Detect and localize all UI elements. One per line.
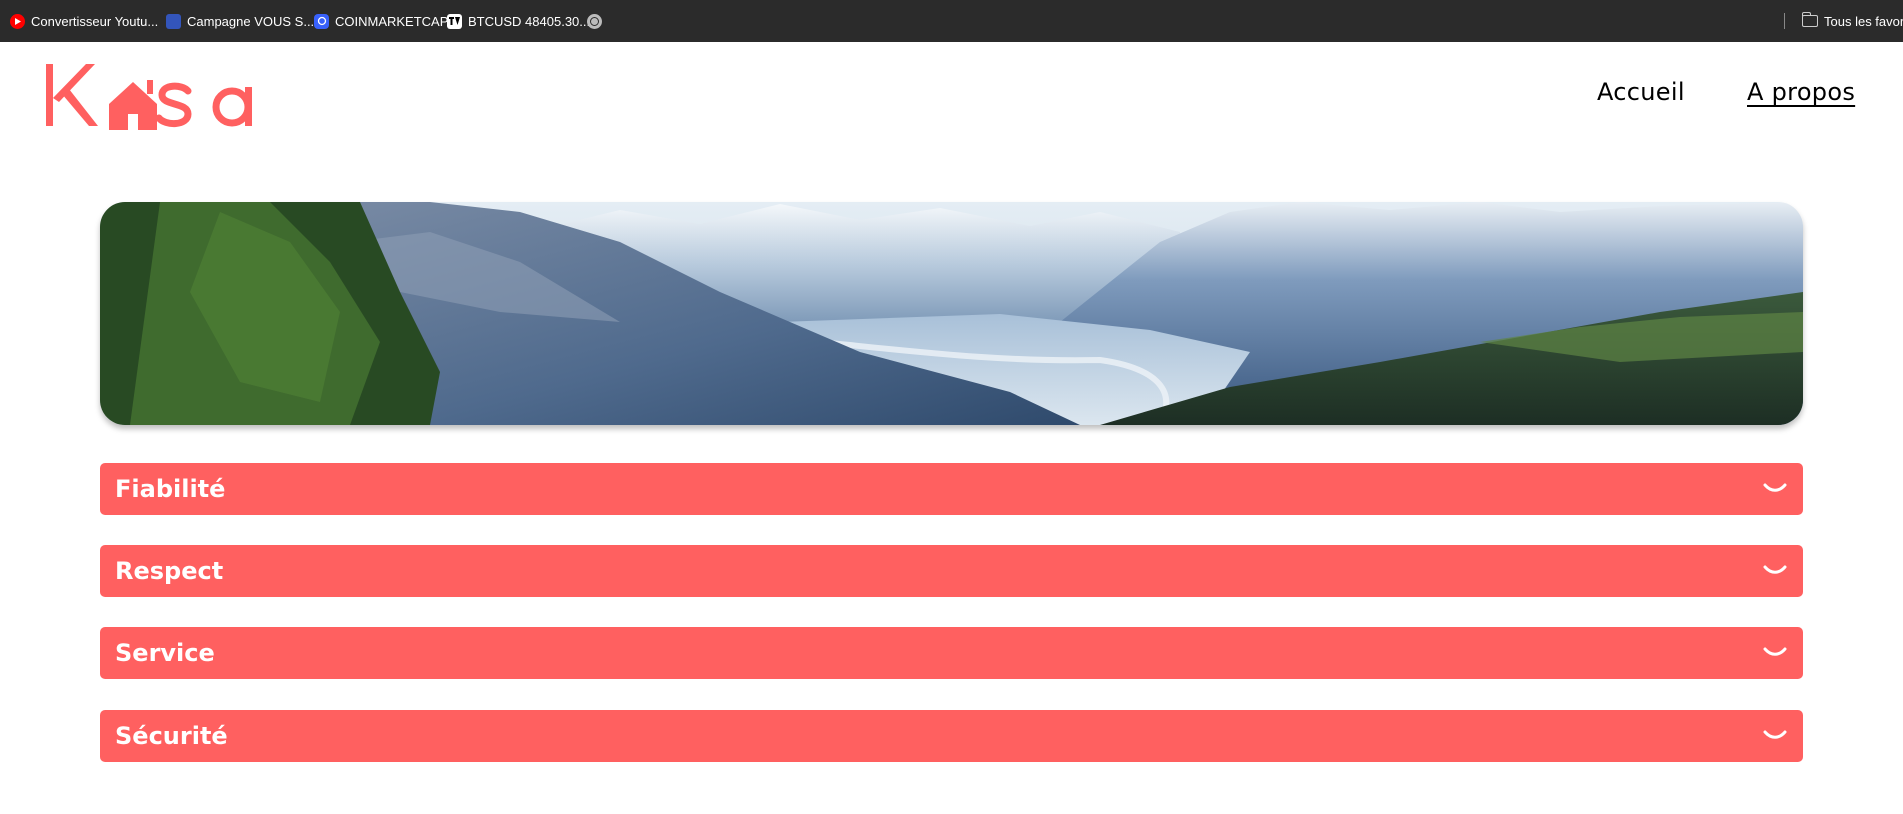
bookmark-label: Convertisseur Youtu... (31, 13, 159, 29)
tradingview-icon (447, 13, 462, 29)
bookmarks-folder-label: Tous les favoris (1824, 13, 1903, 29)
mountain-landscape-image (100, 202, 1803, 425)
chevron-down-icon[interactable] (1763, 564, 1787, 578)
collapse-service[interactable]: Service (100, 627, 1803, 679)
bookmark-globe[interactable] (587, 0, 602, 42)
bookmark-label: Campagne VOUS S... (187, 13, 315, 29)
collapse-fiabilite[interactable]: Fiabilité (100, 463, 1803, 515)
bookmark-label: BTCUSD 48405.30... (468, 13, 591, 29)
coinmarketcap-icon (314, 13, 329, 29)
globe-icon (587, 13, 602, 29)
folder-icon (1801, 12, 1818, 27)
chevron-down-icon[interactable] (1763, 646, 1787, 660)
collapse-title: Fiabilité (115, 475, 226, 503)
chevron-down-icon[interactable] (1763, 729, 1787, 743)
banner-image (100, 202, 1803, 425)
bookmark-youtube-converter[interactable]: Convertisseur Youtu... (10, 0, 158, 42)
collapse-title: Service (115, 639, 215, 667)
youtube-icon (10, 13, 25, 29)
bookmark-campagne[interactable]: Campagne VOUS S... (166, 0, 314, 42)
collapse-securite[interactable]: Sécurité (100, 710, 1803, 762)
collapse-respect[interactable]: Respect (100, 545, 1803, 597)
bookmark-coinmarketcap[interactable]: COINMARKETCAP (314, 0, 448, 42)
chevron-down-icon[interactable] (1763, 482, 1787, 496)
bookmark-btcusd[interactable]: BTCUSD 48405.30... (447, 0, 590, 42)
collapse-title: Sécurité (115, 722, 228, 750)
kasa-logo[interactable] (46, 58, 268, 134)
campaign-icon (166, 13, 181, 29)
bookmarks-bar: Convertisseur Youtu... Campagne VOUS S..… (0, 0, 1903, 42)
nav-link-accueil[interactable]: Accueil (1597, 78, 1685, 106)
collapse-title: Respect (115, 557, 224, 585)
bookmarks-folder-all[interactable]: Tous les favoris (1801, 0, 1903, 42)
nav-link-a-propos[interactable]: A propos (1747, 78, 1855, 106)
kasa-logo-image (46, 64, 252, 130)
bookmarks-divider (1784, 13, 1785, 29)
bookmark-label: COINMARKETCAP (335, 13, 449, 29)
